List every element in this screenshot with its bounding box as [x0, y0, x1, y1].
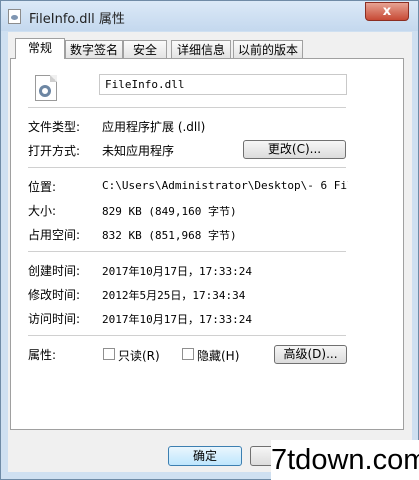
tab-security[interactable]: 安全 — [123, 40, 167, 58]
size-on-disk-label: 占用空间: — [28, 228, 81, 242]
hidden-checkbox[interactable] — [182, 348, 194, 360]
advanced-button[interactable]: 高级(D)... — [274, 345, 347, 364]
general-panel — [10, 58, 404, 430]
readonly-checkbox[interactable] — [103, 348, 115, 360]
ok-button[interactable]: 确定 — [168, 446, 242, 466]
file-icon-small — [8, 9, 21, 24]
tab-previous-versions[interactable]: 以前的版本 — [233, 40, 303, 58]
readonly-label[interactable]: 只读(R) — [118, 347, 160, 364]
opens-with-value: 未知应用程序 — [102, 144, 175, 158]
size-value: 829 KB (849,160 字节) — [102, 205, 237, 218]
accessed-label: 访问时间: — [28, 312, 81, 326]
dll-file-icon — [35, 75, 57, 101]
location-value: C:\Users\Administrator\Desktop\- 6 FileI — [102, 179, 348, 192]
size-on-disk-value: 832 KB (851,968 字节) — [102, 229, 237, 242]
tab-details[interactable]: 详细信息 — [171, 40, 231, 58]
change-button[interactable]: 更改(C)... — [243, 140, 346, 159]
separator — [28, 251, 346, 252]
created-value: 2017年10月17日，17:33:24 — [102, 265, 252, 278]
close-icon: x — [382, 4, 392, 19]
separator — [28, 107, 346, 108]
type-value: 应用程序扩展 (.dll) — [102, 120, 206, 134]
opens-with-label: 打开方式: — [28, 144, 81, 158]
site-watermark: 7tdown.com — [271, 440, 419, 480]
separator — [28, 335, 346, 336]
size-label: 大小: — [28, 204, 57, 218]
accessed-value: 2017年10月17日，17:33:24 — [102, 313, 252, 326]
window-title: FileInfo.dll 属性 — [29, 12, 125, 27]
gear-icon — [39, 85, 51, 97]
attributes-label: 属性: — [28, 348, 57, 362]
location-label: 位置: — [28, 180, 57, 194]
type-label: 文件类型: — [28, 120, 81, 134]
modified-label: 修改时间: — [28, 288, 81, 302]
file-name-field[interactable]: FileInfo.dll — [99, 74, 347, 95]
separator — [28, 167, 346, 168]
tab-digital-signatures[interactable]: 数字签名 — [65, 40, 123, 58]
hidden-label[interactable]: 隐藏(H) — [197, 347, 239, 364]
modified-value: 2012年5月25日，17:34:34 — [102, 289, 246, 302]
tab-general[interactable]: 常规 — [15, 38, 65, 59]
title-bar[interactable]: FileInfo.dll 属性 x — [1, 1, 418, 31]
created-label: 创建时间: — [28, 264, 81, 278]
close-button[interactable]: x — [365, 2, 409, 21]
